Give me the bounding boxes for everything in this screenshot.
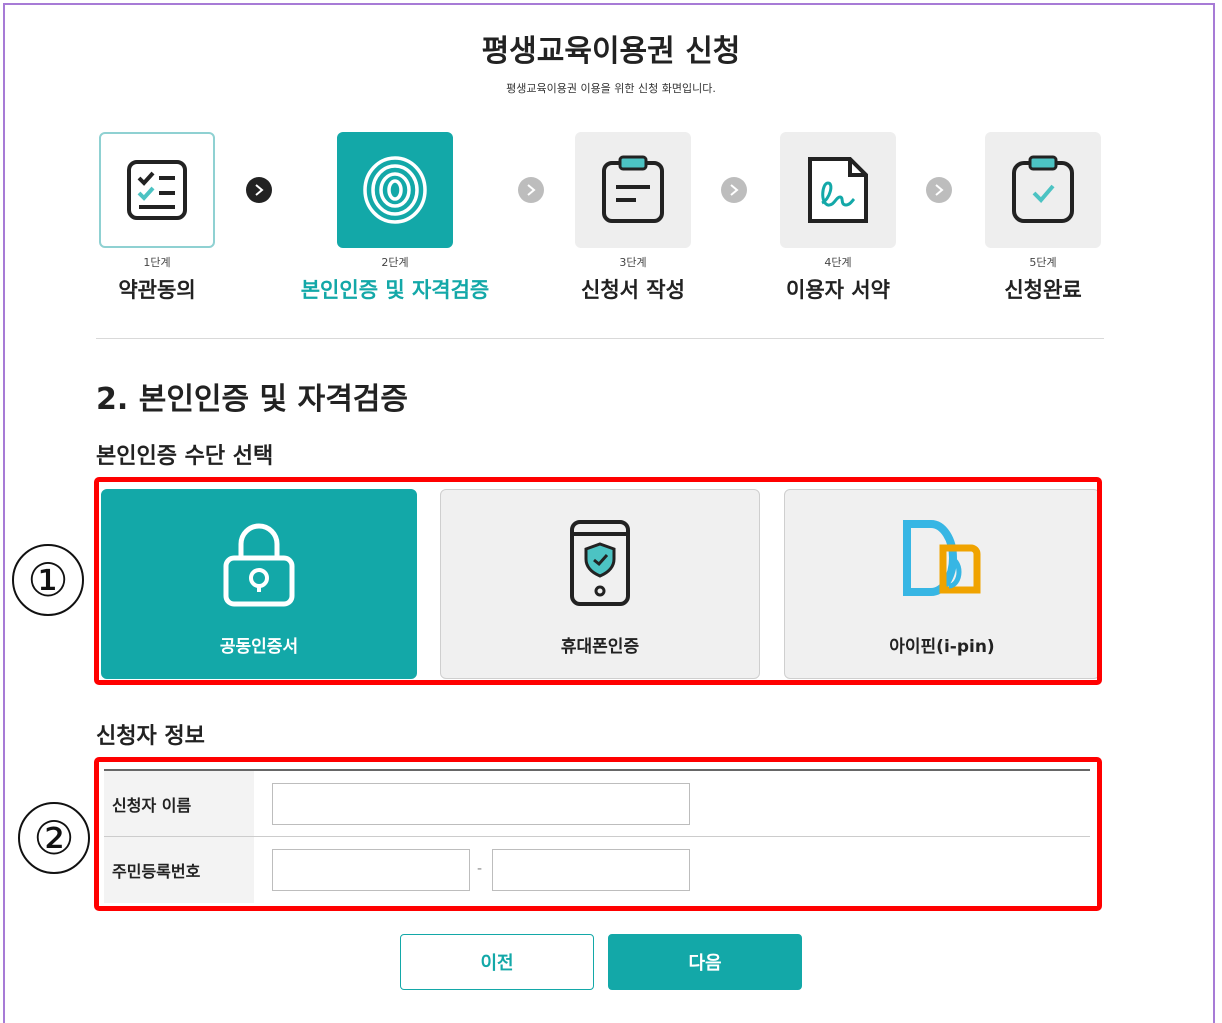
checklist-icon: [127, 160, 187, 220]
step-1-box: [99, 132, 215, 248]
auth-method-title: 본인인증 수단 선택: [96, 444, 274, 469]
annotation-marker-2: ②: [18, 802, 90, 874]
applicant-info-title: 신청자 정보: [96, 724, 205, 749]
step-5-label: 신청완료: [1004, 278, 1082, 302]
step-1-label: 약관동의: [118, 278, 196, 302]
step-2-label: 본인인증 및 자격검증: [300, 278, 490, 302]
step-5-number: 5단계: [1029, 256, 1057, 269]
fingerprint-icon: [363, 156, 427, 224]
step-arrow-icon: [926, 177, 952, 203]
step-4-box: [780, 132, 896, 248]
clipboard-icon: [602, 155, 664, 223]
signature-document-icon: [808, 157, 868, 223]
clipboard-check-icon: [1012, 155, 1074, 223]
prev-button[interactable]: 이전: [400, 934, 594, 990]
step-4-number: 4단계: [824, 256, 852, 269]
step-arrow-icon: [721, 177, 747, 203]
step-arrow-icon: [518, 177, 544, 203]
step-3-box: [575, 132, 691, 248]
next-button[interactable]: 다음: [608, 934, 802, 990]
step-2-number: 2단계: [381, 256, 409, 269]
step-3-number: 3단계: [619, 256, 647, 269]
step-1-number: 1단계: [143, 256, 171, 269]
highlight-box-2: [94, 757, 1102, 911]
step-arrow-icon: [246, 177, 272, 203]
annotation-marker-1: ①: [12, 544, 84, 616]
divider: [96, 338, 1104, 339]
page-title: 평생교육이용권 신청: [481, 34, 741, 69]
section-title: 2. 본인인증 및 자격검증: [96, 382, 409, 417]
page-subtitle: 평생교육이용권 이용을 위한 신청 화면입니다.: [506, 82, 716, 95]
highlight-box-1: [94, 477, 1102, 685]
step-2-box: [337, 132, 453, 248]
step-5-box: [985, 132, 1101, 248]
